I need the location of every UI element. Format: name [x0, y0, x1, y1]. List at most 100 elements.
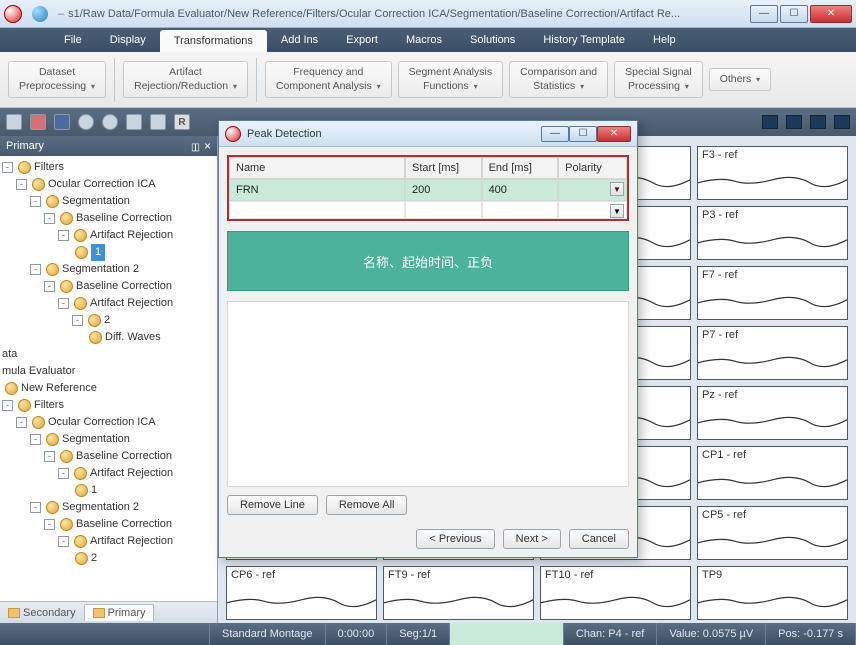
menu-macros[interactable]: Macros	[392, 28, 456, 52]
remove-all-button[interactable]: Remove All	[326, 495, 408, 515]
channel-tile[interactable]: P3 - ref	[697, 206, 848, 260]
tree-label[interactable]: 2	[104, 312, 110, 329]
tree-label[interactable]: Segmentation	[62, 431, 130, 448]
side-tab-secondary[interactable]: Secondary	[0, 605, 84, 621]
cell-start[interactable]: 200	[405, 179, 482, 201]
tree-label[interactable]: Ocular Correction ICA	[48, 176, 156, 193]
maximize-button[interactable]: ☐	[780, 5, 808, 23]
remove-line-button[interactable]: Remove Line	[227, 495, 318, 515]
tree-toggle-icon[interactable]: -	[58, 468, 69, 479]
cancel-button[interactable]: Cancel	[569, 529, 629, 549]
tree-toggle-icon[interactable]: -	[58, 230, 69, 241]
tree-node[interactable]: -Baseline Correction	[2, 278, 215, 295]
dialog-maximize-button[interactable]: ☐	[569, 126, 597, 142]
channel-tile[interactable]: Pz - ref	[697, 386, 848, 440]
tree-node[interactable]: -2	[2, 312, 215, 329]
menu-file[interactable]: File	[50, 28, 96, 52]
close-button[interactable]: ✕	[810, 5, 852, 23]
tree-toggle-icon[interactable]: -	[44, 451, 55, 462]
ribbon-others[interactable]: Others ▾	[709, 68, 771, 91]
tree-node[interactable]: -Artifact Rejection	[2, 465, 215, 482]
globe-icon[interactable]	[32, 6, 48, 22]
tree-label[interactable]: Filters	[34, 159, 64, 176]
tree-node[interactable]: Diff. Waves	[2, 329, 215, 346]
channel-tile[interactable]: P7 - ref	[697, 326, 848, 380]
menu-transformations[interactable]: Transformations	[160, 30, 267, 52]
tree-toggle-icon[interactable]: -	[72, 315, 83, 326]
previous-button[interactable]: < Previous	[416, 529, 494, 549]
tree-node[interactable]: mula Evaluator	[2, 363, 215, 380]
tree-toggle-icon[interactable]: -	[44, 519, 55, 530]
menu-history-template[interactable]: History Template	[529, 28, 639, 52]
history-tree[interactable]: -Filters-Ocular Correction ICA-Segmentat…	[0, 156, 217, 601]
tree-node[interactable]: 2	[2, 550, 215, 567]
zoom-icon[interactable]	[78, 114, 94, 130]
tree-toggle-icon[interactable]: -	[30, 502, 41, 513]
side-tab-primary[interactable]: Primary	[84, 604, 155, 621]
tree-node[interactable]: - Ocular Correction ICA	[2, 414, 215, 431]
tree-label[interactable]: Baseline Correction	[76, 516, 172, 533]
tree-node[interactable]: 1	[2, 482, 215, 499]
channel-tile[interactable]: F3 - ref	[697, 146, 848, 200]
tree-toggle-icon[interactable]: -	[58, 298, 69, 309]
next-button[interactable]: Next >	[503, 529, 561, 549]
ribbon-comparison-and[interactable]: Comparison andStatistics ▾	[509, 61, 608, 97]
tree-label[interactable]: Ocular Correction ICA	[48, 414, 156, 431]
tree-node[interactable]: -Segmentation	[2, 431, 215, 448]
tree-toggle-icon[interactable]: -	[2, 162, 13, 173]
channel-tile[interactable]: CP6 - ref	[226, 566, 377, 620]
zoom-icon[interactable]	[102, 114, 118, 130]
polarity-dropdown-icon[interactable]: ▼	[610, 182, 624, 196]
tree-toggle-icon[interactable]: -	[44, 213, 55, 224]
channel-tile[interactable]: TP9	[697, 566, 848, 620]
tree-node[interactable]: -Segmentation 2	[2, 261, 215, 278]
channel-tile[interactable]: CP5 - ref	[697, 506, 848, 560]
tree-toggle-icon[interactable]: -	[16, 179, 27, 190]
tree-label[interactable]: Artifact Rejection	[90, 227, 173, 244]
tree-label[interactable]: Baseline Correction	[76, 278, 172, 295]
tree-toggle-icon[interactable]: -	[2, 400, 13, 411]
tree-label[interactable]: Filters	[34, 397, 64, 414]
ribbon-dataset[interactable]: DatasetPreprocessing ▾	[8, 61, 106, 97]
tree-node[interactable]: - Artifact Rejection	[2, 295, 215, 312]
tree-label[interactable]: Segmentation 2	[62, 261, 139, 278]
tree-node[interactable]: New Reference	[2, 380, 215, 397]
minimize-button[interactable]: —	[750, 5, 778, 23]
tree-node[interactable]: ata	[2, 346, 215, 363]
menu-display[interactable]: Display	[96, 28, 160, 52]
menu-solutions[interactable]: Solutions	[456, 28, 529, 52]
ribbon-artifact[interactable]: ArtifactRejection/Reduction ▾	[123, 61, 248, 97]
peak-row-empty[interactable]: ▼	[229, 201, 627, 219]
tree-label[interactable]: Diff. Waves	[105, 329, 161, 346]
tool-icon[interactable]	[126, 114, 142, 130]
tree-label[interactable]: ata	[2, 346, 17, 363]
tree-toggle-icon[interactable]: -	[16, 417, 27, 428]
tree-node[interactable]: -Baseline Correction	[2, 448, 215, 465]
tree-label[interactable]: Baseline Correction	[76, 210, 172, 227]
tool-icon[interactable]: R	[174, 114, 190, 130]
layout-icon[interactable]	[786, 115, 802, 129]
tree-label[interactable]: 1	[91, 244, 105, 261]
channel-tile[interactable]: F7 - ref	[697, 266, 848, 320]
tree-node[interactable]: 1	[2, 244, 215, 261]
tree-node[interactable]: - Baseline Correction	[2, 516, 215, 533]
channel-tile[interactable]: CP1 - ref	[697, 446, 848, 500]
cell-name[interactable]: FRN	[229, 179, 405, 201]
tree-label[interactable]: mula Evaluator	[2, 363, 75, 380]
channel-tile[interactable]: FT9 - ref	[383, 566, 534, 620]
tree-label[interactable]: Artifact Rejection	[90, 533, 173, 550]
menu-export[interactable]: Export	[332, 28, 392, 52]
tool-icon[interactable]	[150, 114, 166, 130]
layout-icon[interactable]	[810, 115, 826, 129]
tree-label[interactable]: 2	[91, 550, 97, 567]
tool-icon[interactable]	[54, 114, 70, 130]
ribbon-frequency-and[interactable]: Frequency andComponent Analysis ▾	[265, 61, 392, 97]
ribbon-special-signal[interactable]: Special SignalProcessing ▾	[614, 61, 703, 97]
peak-row[interactable]: FRN 200 400 ▼	[229, 179, 627, 201]
tree-label[interactable]: Segmentation 2	[62, 499, 139, 516]
tree-node[interactable]: - Artifact Rejection	[2, 227, 215, 244]
tree-label[interactable]: Artifact Rejection	[90, 295, 173, 312]
pin-icon[interactable]: ▯▯	[191, 142, 198, 153]
dialog-minimize-button[interactable]: —	[541, 126, 569, 142]
dialog-titlebar[interactable]: Peak Detection — ☐ ✕	[219, 121, 637, 147]
